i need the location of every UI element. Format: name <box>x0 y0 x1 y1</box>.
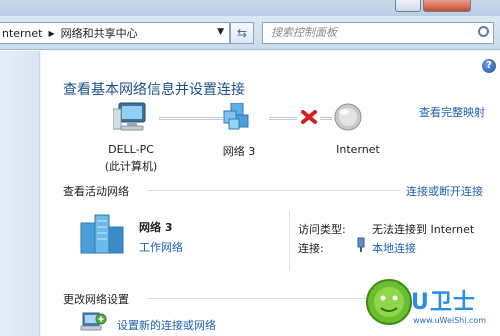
disconnected-x-icon[interactable] <box>300 109 318 125</box>
u-weishi-watermark: U卫士 www.uWeiShi.com <box>365 272 500 336</box>
breadcrumb-separator-icon[interactable]: ▶ <box>42 29 60 38</box>
access-type-label: 访问类型: <box>298 223 346 236</box>
local-connection-icon <box>357 237 365 252</box>
connection-line <box>159 117 223 120</box>
network-icon[interactable] <box>221 103 251 133</box>
computer-icon[interactable] <box>113 101 149 133</box>
setup-connection-link[interactable]: 设置新的连接或网络 <box>117 317 216 333</box>
breadcrumb-current[interactable]: 网络和共享中心 <box>61 25 138 41</box>
access-type-value: 无法连接到 Internet <box>372 223 475 236</box>
page-title: 查看基本网络信息并设置连接 <box>63 82 245 98</box>
breadcrumb-internet[interactable]: nternet <box>0 27 42 40</box>
new-connection-icon <box>80 312 107 331</box>
connections-label: 连接: <box>298 242 324 255</box>
network-type-link[interactable]: 工作网络 <box>139 239 183 255</box>
section-divider-2 <box>147 298 401 299</box>
network-name: 网络 3 <box>222 145 256 158</box>
vertical-divider <box>289 211 290 271</box>
section-divider <box>147 190 401 191</box>
android-logo-icon <box>366 279 412 325</box>
work-network-icon <box>80 214 124 254</box>
address-field[interactable]: nternet ▶ 网络和共享中心 ▼ <box>0 22 230 44</box>
connection-line-broken <box>269 117 297 120</box>
search-icon[interactable] <box>478 26 489 37</box>
address-dropdown-icon[interactable]: ▼ <box>217 27 224 37</box>
refresh-icon[interactable]: ⇆ <box>230 22 254 44</box>
local-connection-link[interactable]: 本地连接 <box>372 240 416 256</box>
watermark-brand: U卫士 <box>411 290 476 315</box>
computer-name: DELL-PC <box>108 143 154 156</box>
help-icon[interactable]: ? <box>482 59 496 73</box>
computer-sub-label: (此计算机) <box>104 160 158 173</box>
window-title-bar <box>0 0 500 16</box>
connect-disconnect-link[interactable]: 连接或断开连接 <box>406 183 483 199</box>
active-network-name: 网络 3 <box>139 221 173 234</box>
maximize-button[interactable] <box>395 0 421 12</box>
change-settings-title: 更改网络设置 <box>63 293 129 306</box>
view-full-map-link[interactable]: 查看完整映射 <box>419 104 485 120</box>
internet-label: Internet <box>336 143 380 156</box>
search-placeholder: 搜索控制面板 <box>271 26 337 39</box>
internet-globe-icon[interactable] <box>333 102 363 132</box>
address-toolbar: nternet ▶ 网络和共享中心 ▼ ⇆ 搜索控制面板 <box>0 16 500 50</box>
watermark-url: www.uWeiShi.com <box>413 316 487 325</box>
active-networks-title: 查看活动网络 <box>63 185 129 198</box>
navigation-pane <box>0 51 40 336</box>
connection-line-broken-2 <box>320 117 332 120</box>
close-button[interactable] <box>423 0 471 12</box>
search-input[interactable]: 搜索控制面板 <box>262 22 494 44</box>
